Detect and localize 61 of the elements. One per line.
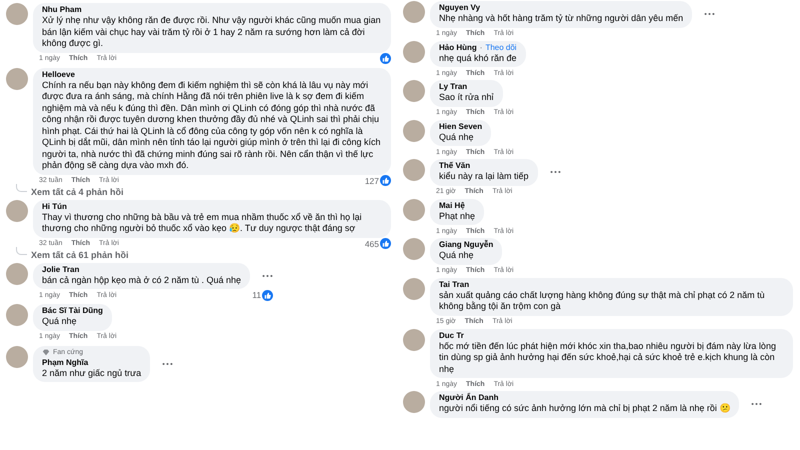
author-name[interactable]: Tai Tran [439, 280, 470, 290]
comment-text: Quá nhẹ [439, 250, 475, 262]
author-name[interactable]: Thế Văn [439, 161, 470, 171]
avatar[interactable] [403, 198, 425, 220]
view-replies-link[interactable]: Xem tất cả 61 phản hồi [31, 250, 129, 260]
author-name[interactable]: Hảo Hùng [439, 42, 477, 52]
avatar[interactable] [6, 200, 28, 222]
comment-text: Chính ra nếu bạn này không đem đi kiếm nghiệm thì sẽ còn khá là lâu vụ này mới được đưa ra ánh sáng, mà chính Hằng đã nói trên phiên live là k sợ đem đi kiếm nghiệm mà và nếu k đúng thì đền. Dân mình ơi QLinh có đóng góp thì nhà nước đã công nhận rồi được tuyên dương khen thưởng đầy đủ nhé và QLinh sai thì phải chịu hình phạt. Cái thứ hai là QLinh là cổ đông của công ty góp vốn nên k có nghĩa là QLinh bị dắt mũi, dân mình nên tỉnh táo lại người giúp mình ở trên thì lại đi công kích người ta, nhà nước thì đã chứng minh đúng sai rõ rành rồi. Nên cẩn thận vì thế lực phản động sẽ càng dựa vào mxh đó. [42, 80, 382, 172]
avatar[interactable] [6, 304, 28, 326]
author-name[interactable]: Hi Tún [42, 202, 67, 212]
more-options-icon[interactable] [704, 12, 716, 16]
follow-link[interactable]: Theo dõi [485, 42, 517, 52]
avatar[interactable] [403, 328, 425, 350]
more-options-icon[interactable] [751, 402, 762, 406]
author-name[interactable]: Duc Tr [439, 330, 464, 340]
like-count: 11 [252, 290, 262, 300]
avatar[interactable] [403, 278, 425, 300]
comment-text: 2 năm như giấc ngủ trưa [42, 368, 142, 379]
comment-text: bán cả ngàn hộp kẹo mà ở có 2 năm tù . Quá nhẹ [42, 274, 242, 286]
more-options-icon[interactable] [262, 274, 274, 278]
avatar[interactable] [403, 391, 425, 413]
comment-text: hốc mớ tiền đến lúc phát hiện mới khóc xin tha,bao nhiêu người bị đám này lừa lòng tin dùng sp giả ảnh hưởng hại đến sức khoẻ,hại cả sức khoẻ trẻ e.kịch khung là còn nhẹ [439, 340, 777, 375]
avatar[interactable] [403, 120, 425, 142]
avatar[interactable] [403, 159, 425, 181]
comment-text: Quá nhẹ [439, 132, 475, 143]
avatar[interactable] [403, 1, 425, 23]
author-name[interactable]: Jolie Tran [42, 264, 80, 274]
comment-text: Quá nhẹ [42, 316, 78, 328]
avatar[interactable] [6, 346, 28, 368]
avatar[interactable] [403, 80, 425, 102]
avatar[interactable] [403, 238, 425, 260]
author-name[interactable]: Helloeve [42, 70, 75, 80]
more-options-icon[interactable] [162, 362, 174, 366]
comment-text: Thay vì thương cho những bà bầu và trẻ em mua nhầm thuốc xổ về ăn thì họ lại thương cho những người bỏ thuốc xổ vào kẹo 😥. Tư duy ngược thật đáng sợ [42, 212, 363, 234]
comment-text: Sao ít rửa nhỉ [439, 92, 494, 104]
comment-text: kiểu này ra lại làm tiếp [439, 171, 529, 182]
view-replies-link[interactable]: Xem tất cả 4 phản hồi [31, 186, 124, 196]
avatar[interactable] [6, 262, 28, 284]
author-name[interactable]: Nguyen Vy [439, 3, 480, 13]
comment-text: Phạt nhẹ [439, 210, 476, 222]
author-name[interactable]: Giang Nguyễn [439, 240, 494, 250]
comment-text: Nhẹ nhàng và hốt hàng trăm tỷ từ những người dân yêu mến [439, 13, 684, 24]
author-name[interactable]: Bác Sĩ Tài Dũng [42, 306, 103, 316]
comment-text: nhẹ quá khó răn đe [439, 52, 517, 64]
author-name[interactable]: Phạm Nghĩa [42, 358, 88, 368]
like-count: 127 [364, 176, 379, 186]
comment-text: người nổi tiếng có sức ảnh hưởng lớn mà chỉ bị phạt 2 năm là nhẹ rồi 😕 [439, 403, 730, 414]
like-count: 465 [364, 238, 379, 248]
comment-text: Xử lý nhẹ như vậy không răn đe được rồi. Như vậy người khác cũng muốn mua gian bán lận kiếm vài chục hay vài trăm tỷ rồi ở 1 hay 2 năm ra sướng hơn làm cả đời không được gì. [42, 15, 382, 50]
author-name[interactable]: Mai Hệ [439, 200, 465, 210]
separator-dot: · [480, 42, 482, 52]
more-options-icon[interactable] [550, 170, 561, 174]
author-name[interactable]: Ly Tran [439, 82, 468, 92]
author-name[interactable]: Người Ẩn Danh [439, 393, 498, 403]
comment-text: sản xuất quảng cáo chất lượng hàng không đúng sự thật mà chỉ phạt có 2 năm tù không bằng tội ăn trộm con gà [439, 290, 766, 312]
diamond-icon [42, 349, 50, 356]
avatar[interactable] [6, 3, 28, 25]
avatar[interactable] [403, 40, 425, 62]
author-name[interactable]: Hien Seven [439, 122, 482, 132]
avatar[interactable] [6, 68, 28, 90]
author-name[interactable]: Nhu Pham [42, 5, 82, 15]
